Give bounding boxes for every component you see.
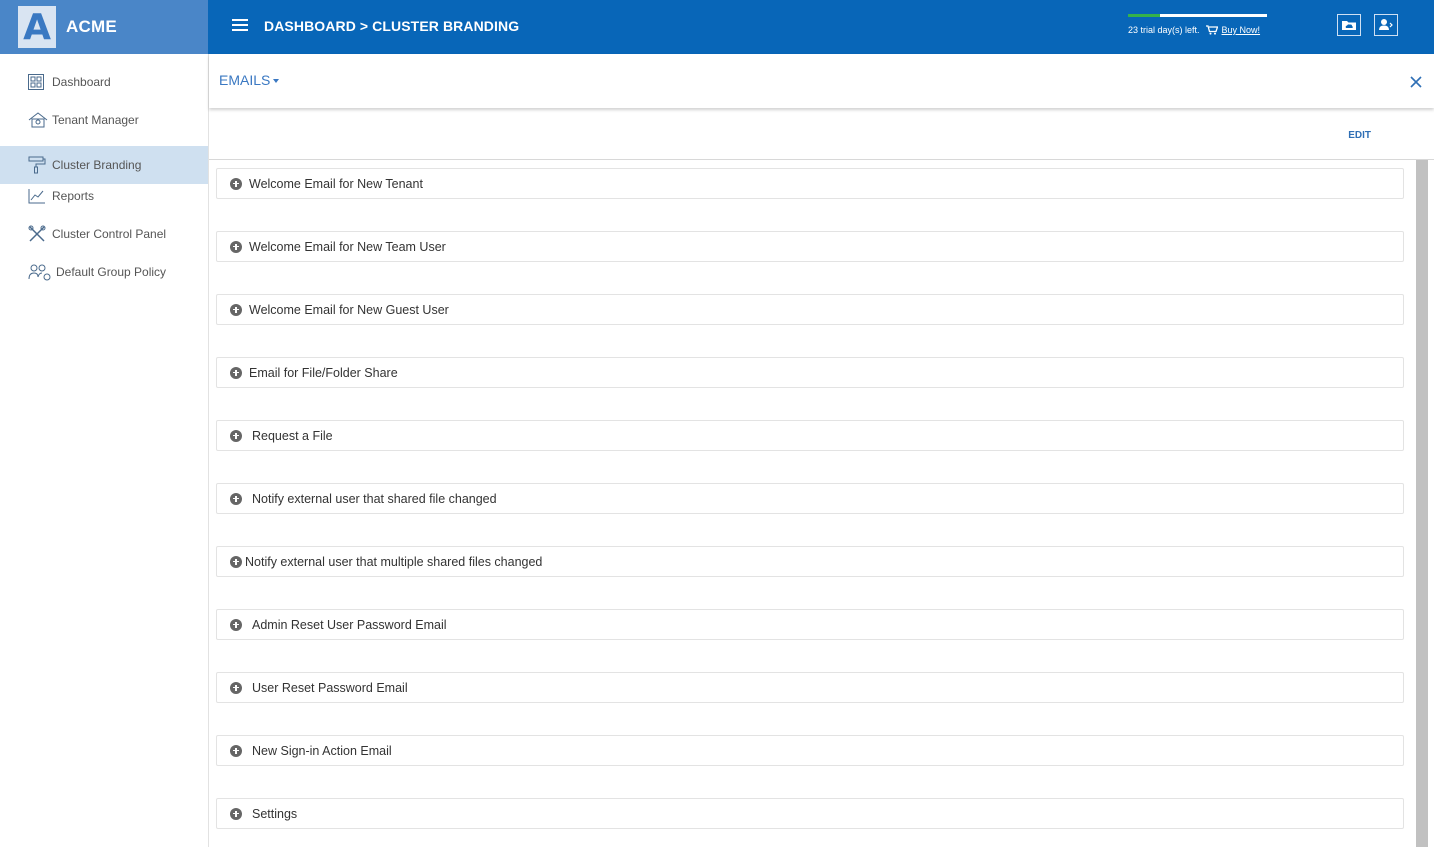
- expand-plus-icon: [230, 177, 242, 190]
- cloud-folder-button[interactable]: [1337, 14, 1361, 36]
- reports-chart-icon: [28, 187, 48, 205]
- sidebar-item-label: Reports: [52, 189, 95, 203]
- sidebar-item-label: Tenant Manager: [52, 113, 139, 127]
- close-icon[interactable]: [1410, 76, 1422, 88]
- expand-plus-icon: [230, 366, 242, 379]
- sidebar-item-label: Cluster Control Panel: [52, 227, 167, 241]
- list-item-label: Welcome Email for New Tenant: [249, 176, 423, 191]
- list-item-label: Welcome Email for New Team User: [249, 239, 446, 254]
- list-item[interactable]: Admin Reset User Password Email: [216, 609, 1404, 640]
- list-item[interactable]: Welcome Email for New Tenant: [216, 168, 1404, 199]
- trial-days-text: 23 trial day(s) left.: [1128, 25, 1200, 35]
- buy-now-link[interactable]: Buy Now!: [1222, 25, 1261, 35]
- expand-plus-icon: [230, 555, 242, 568]
- emails-toolbar: EMAILS: [209, 54, 1434, 108]
- list-item[interactable]: Notify external user that multiple share…: [216, 546, 1404, 577]
- top-bar: DASHBOARD > CLUSTER BRANDING 23 trial da…: [208, 0, 1434, 54]
- list-item-label: Settings: [252, 806, 298, 821]
- paint-roller-icon: [28, 156, 48, 174]
- sidebar-item-cluster-control-panel[interactable]: Cluster Control Panel: [0, 215, 208, 253]
- sidebar-item-label: Dashboard: [52, 75, 111, 89]
- sidebar: Dashboard Tenant Manager Cluster Brandin…: [0, 54, 209, 847]
- expand-plus-icon: [230, 744, 242, 757]
- list-item[interactable]: Email for File/Folder Share: [216, 357, 1404, 388]
- list-item-label: Email for File/Folder Share: [249, 365, 398, 380]
- list-item-label: Notify external user that multiple share…: [245, 554, 543, 569]
- cart-icon: [1205, 25, 1218, 35]
- expand-plus-icon: [230, 429, 242, 442]
- list-scrollbar[interactable]: [1414, 160, 1430, 847]
- sidebar-item-reports[interactable]: Reports: [0, 177, 208, 215]
- edit-row: EDIT: [209, 110, 1434, 160]
- brand-name: ACME: [66, 17, 117, 36]
- expand-plus-icon: [230, 240, 242, 253]
- emails-dropdown[interactable]: EMAILS: [219, 72, 280, 88]
- expand-plus-icon: [230, 303, 242, 316]
- scrollbar-thumb[interactable]: [1416, 160, 1428, 847]
- expand-plus-icon: [230, 681, 242, 694]
- sidebar-item-tenant-manager[interactable]: Tenant Manager: [0, 101, 208, 139]
- dashboard-icon: [28, 73, 48, 91]
- trial-progress-bar: [1128, 14, 1267, 17]
- sidebar-item-label: Cluster Branding: [52, 158, 142, 172]
- sidebar-item-label: Default Group Policy: [56, 265, 167, 279]
- emails-dropdown-label: EMAILS: [219, 72, 271, 88]
- edit-button[interactable]: EDIT: [1348, 130, 1371, 141]
- list-item-label: User Reset Password Email: [252, 680, 408, 695]
- user-settings-button[interactable]: [1374, 14, 1398, 36]
- menu-icon[interactable]: [232, 19, 248, 33]
- cloud-folder-icon: [1342, 21, 1356, 30]
- list-item[interactable]: New Sign-in Action Email: [216, 735, 1404, 766]
- list-item[interactable]: Welcome Email for New Guest User: [216, 294, 1404, 325]
- tenant-manager-icon: [28, 111, 48, 129]
- trial-info: 23 trial day(s) left. Buy Now!: [1128, 14, 1268, 44]
- list-item-label: Notify external user that shared file ch…: [252, 491, 497, 506]
- breadcrumb: DASHBOARD > CLUSTER BRANDING: [264, 18, 520, 34]
- sidebar-item-default-group-policy[interactable]: Default Group Policy: [0, 253, 208, 291]
- sidebar-item-dashboard[interactable]: Dashboard: [0, 63, 208, 101]
- trial-progress-fill: [1128, 14, 1160, 17]
- chevron-down-icon: [273, 79, 280, 84]
- list-item[interactable]: Settings: [216, 798, 1404, 829]
- acme-logo: A: [18, 6, 56, 48]
- list-item[interactable]: Notify external user that shared file ch…: [216, 483, 1404, 514]
- group-policy-icon: [28, 263, 52, 281]
- list-item[interactable]: Request a File: [216, 420, 1404, 451]
- list-item-label: Admin Reset User Password Email: [252, 617, 447, 632]
- email-template-list: Welcome Email for New Tenant Welcome Ema…: [209, 160, 1414, 847]
- brand-header: A ACME: [0, 0, 208, 54]
- user-settings-icon: [1379, 19, 1393, 30]
- expand-plus-icon: [230, 807, 242, 820]
- tools-icon: [28, 225, 48, 243]
- list-item-label: Request a File: [252, 428, 333, 443]
- list-item-label: Welcome Email for New Guest User: [249, 302, 449, 317]
- list-item[interactable]: Welcome Email for New Team User: [216, 231, 1404, 262]
- list-item-label: New Sign-in Action Email: [252, 743, 392, 758]
- expand-plus-icon: [230, 618, 242, 631]
- expand-plus-icon: [230, 492, 242, 505]
- list-item[interactable]: User Reset Password Email: [216, 672, 1404, 703]
